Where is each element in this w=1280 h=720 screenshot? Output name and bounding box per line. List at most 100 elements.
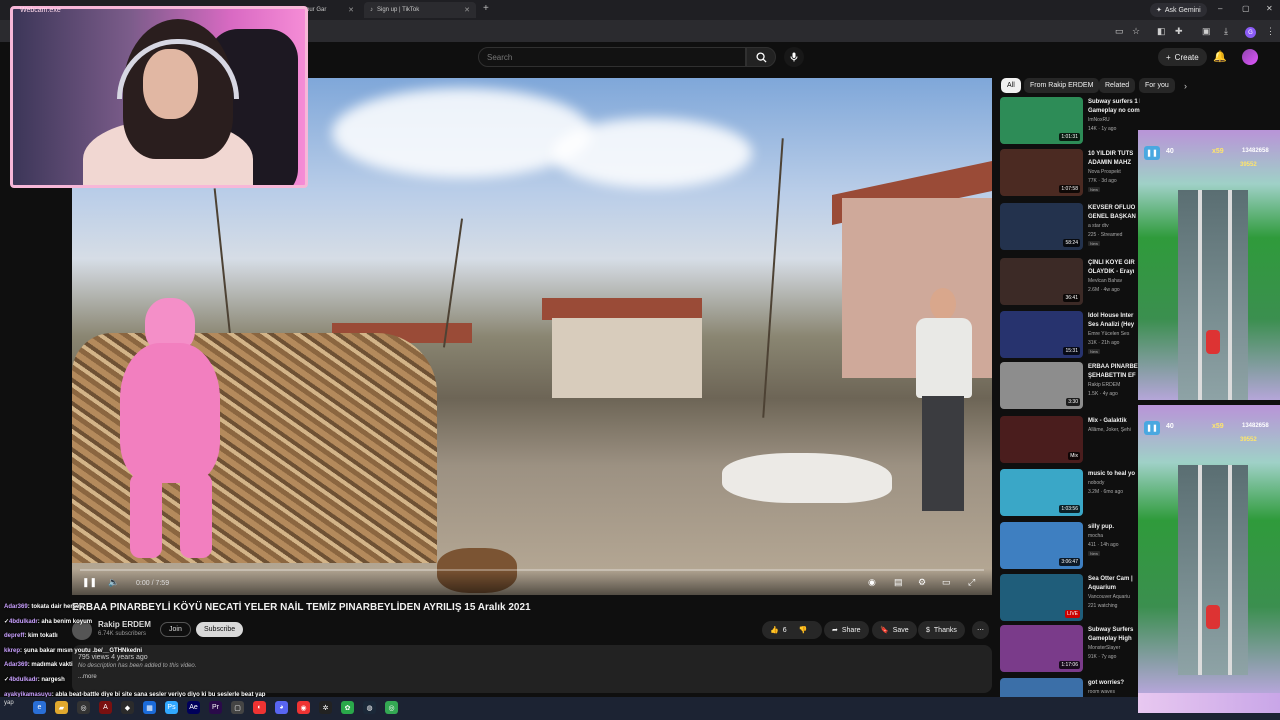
account-avatar[interactable] [1242,49,1258,65]
close-tab-icon[interactable]: ✕ [348,6,354,14]
recommended-video[interactable]: 36:41 ÇİNLİ KÖYE GİR OLAYDIK - Erayı Mevlca… [1000,258,1140,308]
chip-related[interactable]: Related [1099,78,1136,93]
photoshop-icon[interactable]: Ps [165,701,178,714]
chip-all[interactable]: All [1001,78,1021,93]
recommended-title-line2[interactable]: Ses Analizi (Hey [1088,321,1140,330]
app-icon[interactable]: ▢ [231,701,244,714]
sidebar-icon[interactable]: ▣ [1202,26,1211,37]
settings-gear-icon[interactable]: ⚙ [918,577,926,588]
tab-tiktok[interactable]: ♪ Sign up | TikTok ✕ [364,2,476,18]
app-icon[interactable]: ◐ [253,701,266,714]
recommended-video[interactable]: 3:06:47 silly pup. mocha 411 · 14h ago New [1000,522,1140,572]
video-thumbnail[interactable]: 1:01:31 [1000,97,1083,144]
recommended-title-line2[interactable]: Aquarium [1088,584,1140,593]
recommended-title[interactable]: Subway Surfers [1088,626,1140,635]
folder-icon[interactable]: ▰ [55,701,68,714]
minimize-icon[interactable]: – [1218,4,1222,13]
recommended-channel[interactable]: Emre Yücelen Ses [1088,331,1129,337]
app-icon[interactable]: ✲ [319,701,332,714]
recommended-video[interactable]: 58:24 KEVSER OFLUO GENEL BAŞKAN a star dtv 2… [1000,203,1140,253]
recommended-title[interactable]: ERBAA PINARBEY [1088,363,1140,372]
video-thumbnail[interactable]: 1:17:06 [1000,625,1083,672]
recommended-video[interactable]: 15:31 İdol House Inter Ses Analizi (Hey Emr… [1000,311,1140,361]
maximize-icon[interactable]: ▢ [1242,4,1250,13]
bookmark-star-icon[interactable]: ☆ [1132,26,1140,37]
fullscreen-icon[interactable]: ⤢ [968,577,975,588]
app-icon[interactable]: ▦ [143,701,156,714]
ask-gemini-button[interactable]: ✦ Ask Gemini [1150,3,1207,17]
recommended-channel[interactable]: ImNoxRU [1088,117,1110,123]
recommended-channel[interactable]: room waves [1088,689,1115,695]
thumbs-down-icon[interactable]: 👎 [799,626,808,634]
recommended-title[interactable]: got worries? [1088,679,1140,688]
recommended-title[interactable]: ÇİNLİ KÖYE GİR [1088,259,1140,268]
chip-from-channel[interactable]: From Rakip ERDEM [1024,78,1100,93]
recommended-video[interactable]: LIVE Sea Otter Cam | Aquarium Vancouver Aqu… [1000,574,1140,624]
recommended-title[interactable]: KEVSER OFLUO [1088,204,1140,213]
pause-icon[interactable]: ❚❚ [82,577,97,588]
after-effects-icon[interactable]: Ae [187,701,200,714]
captions-icon[interactable]: ▤ [894,577,903,588]
save-button[interactable]: 🔖 Save [872,621,917,639]
recommended-channel[interactable]: a star dtv [1088,223,1109,229]
video-thumbnail[interactable]: 36:41 [1000,258,1083,305]
new-tab-button[interactable]: + [483,3,489,14]
volume-icon[interactable]: 🔈 [108,577,119,588]
cast-icon[interactable]: ▭ [1115,26,1124,37]
puzzle-icon[interactable]: ✚ [1175,26,1183,37]
recommended-title-line2[interactable]: Gameplay High [1088,635,1140,644]
recommended-title-line2[interactable]: Gameplay no commentary fre... [1088,107,1140,116]
extension-icon[interactable]: ◧ [1157,26,1166,37]
video-thumbnail[interactable]: 15:31 [1000,311,1083,358]
search-button[interactable] [746,47,776,67]
recommended-video[interactable]: 1:07:58 10 YILDIR TUTS ADAMIN MAHZ Nova Pro… [1000,149,1140,199]
profile-icon[interactable]: G [1245,27,1256,38]
notifications-bell-icon[interactable]: 🔔 [1213,50,1227,63]
recommended-channel[interactable]: Mevlcan Bahav [1088,278,1122,284]
tab-game[interactable]: our Gar ✕ [300,2,360,18]
thumbs-up-icon[interactable]: 👍 [770,626,779,634]
app-icon[interactable]: ✿ [341,701,354,714]
recommended-video[interactable]: Mix Mix - Galaktik Allâme, Joker, Şehi [1000,416,1140,466]
recommended-channel[interactable]: Vancouver Aquariu [1088,594,1130,600]
recommended-title-line2[interactable]: ADAMIN MAHZ [1088,159,1140,168]
chrome-icon[interactable]: ◎ [385,701,398,714]
recommended-channel[interactable]: mocha [1088,533,1103,539]
discord-icon[interactable]: ◕ [275,701,288,714]
video-thumbnail[interactable]: LIVE [1000,574,1083,621]
recommended-video[interactable]: 1:01:31 Subway surfers 1 hourGameplay no … [1000,97,1140,147]
recommended-video[interactable]: 1:17:06 Subway Surfers Gameplay High Monste… [1000,625,1140,675]
recommended-video[interactable]: 1:03:56 music to heal yo nobody 3.2M · 6mo … [1000,469,1140,519]
recommended-title[interactable]: Sea Otter Cam | [1088,575,1140,584]
voice-search-button[interactable] [784,47,804,67]
premiere-icon[interactable]: Pr [209,701,222,714]
recommended-title-line2[interactable]: ŞEHABETTİN EF [1088,372,1140,381]
recommended-title[interactable]: silly pup. [1088,523,1140,532]
download-icon[interactable]: ⤓ [1224,26,1228,37]
chevron-right-icon[interactable]: › [1184,81,1187,91]
recommended-channel[interactable]: Nova Prospekt [1088,169,1121,175]
edge-icon[interactable]: e [33,701,46,714]
recommended-title[interactable]: İdol House Inter [1088,312,1140,321]
close-window-icon[interactable]: ✕ [1266,4,1273,13]
obs-icon[interactable]: ◎ [77,701,90,714]
recommended-title[interactable]: Mix - Galaktik [1088,417,1140,426]
create-button[interactable]: + Create [1158,48,1207,66]
search-input[interactable]: Search [478,47,746,67]
thanks-button[interactable]: $ Thanks [918,621,965,639]
steam-icon[interactable]: ◍ [363,701,376,714]
chip-for-you[interactable]: For you [1139,78,1175,93]
video-thumbnail[interactable]: 1:07:58 [1000,149,1083,196]
recommended-title-line2[interactable]: GENEL BAŞKAN [1088,213,1140,222]
video-thumbnail[interactable]: 1:03:56 [1000,469,1083,516]
recommended-channel[interactable]: MonsterSlayer [1088,645,1120,651]
close-tab-icon[interactable]: ✕ [464,6,470,14]
share-button[interactable]: ➦ Share [824,621,869,639]
video-thumbnail[interactable]: 58:24 [1000,203,1083,250]
app-icon[interactable]: ◉ [297,701,310,714]
recommended-title[interactable]: Subway surfers 1 hour [1088,98,1140,107]
theater-mode-icon[interactable]: ▭ [942,577,951,588]
recommended-title-line2[interactable]: OLAYDIK - Erayı [1088,268,1140,277]
more-actions-button[interactable]: ⋯ [972,621,989,639]
recommended-title[interactable]: music to heal yo [1088,470,1140,479]
